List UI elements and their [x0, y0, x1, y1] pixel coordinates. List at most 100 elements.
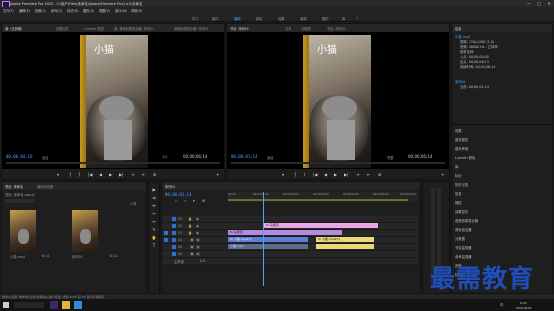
step-back-button[interactable]: ◀ — [324, 172, 327, 177]
play-button[interactable]: ▶ — [109, 172, 112, 177]
source-fit-select[interactable]: 适合 — [42, 155, 49, 160]
track-target-v1[interactable] — [172, 231, 176, 235]
razor-tool-icon[interactable]: ✂ — [151, 211, 157, 217]
lock-icon[interactable]: 🔒 — [188, 224, 192, 228]
workspace-color[interactable]: 颜色 — [256, 16, 263, 21]
eye-icon[interactable]: ◉ — [196, 224, 199, 228]
workspace-graphics[interactable]: 图形 — [322, 16, 329, 21]
tab-lumetri-scopes[interactable]: Lumetri 范围 — [84, 26, 104, 31]
panel-history[interactable]: 历史记录 — [455, 182, 468, 187]
workspace-learn[interactable]: 学习 — [192, 16, 199, 21]
mark-out-button[interactable]: } — [78, 172, 81, 177]
program-fit-select[interactable]: 适合 — [267, 155, 274, 160]
overwrite-button[interactable]: ⇤ — [142, 172, 145, 177]
ripple-edit-tool-icon[interactable]: ⇹ — [151, 203, 157, 209]
track-target-a2[interactable] — [172, 245, 176, 249]
export-frame-button[interactable]: ⊞ — [378, 172, 381, 177]
export-frame-button[interactable]: ⊞ — [153, 172, 156, 177]
program-scrubber[interactable] — [231, 162, 445, 164]
tab-audio-clip-mixer[interactable]: 源: 音频剪辑混合器: 序列01 — [114, 26, 154, 31]
source-timecode-current[interactable]: 00;00;04;16 — [6, 154, 33, 159]
pen-tool-icon[interactable]: ✎ — [151, 227, 157, 233]
lock-icon[interactable]: 🔒 — [188, 231, 192, 235]
master-volume[interactable]: 0.0 — [200, 259, 205, 263]
panel-audio-track-mixer[interactable]: 音轨混合器 — [455, 227, 471, 232]
tab-source[interactable]: 源: (无剪辑) — [5, 26, 22, 31]
playhead[interactable] — [263, 192, 264, 286]
eye-icon[interactable]: ◉ — [196, 217, 199, 221]
workspace-effects[interactable]: 效果 — [278, 16, 285, 21]
panel-capture[interactable]: 捕捉 — [455, 200, 462, 205]
timeline-clip[interactable]: fx 马赛克 — [264, 223, 378, 228]
workspace-editing[interactable]: 编辑 — [234, 16, 241, 21]
snap-icon[interactable]: ∩ — [175, 199, 178, 203]
tab-text[interactable]: 文本 — [285, 26, 291, 31]
premiere-taskbar-icon[interactable] — [50, 301, 58, 309]
track-target-a1[interactable] — [172, 238, 176, 242]
timeline-clip[interactable]: fx 马赛克 — [228, 230, 342, 235]
eye-icon[interactable]: ◉ — [196, 231, 199, 235]
tab-project[interactable]: 项目: 未命名 — [5, 184, 23, 189]
project-sequence-thumb[interactable] — [72, 210, 98, 252]
solo-button[interactable]: S — [196, 245, 200, 249]
timeline-clip[interactable] — [316, 244, 374, 249]
tab-metadata[interactable]: 元数据 — [301, 26, 311, 31]
minimize-button[interactable]: — — [524, 0, 534, 7]
step-back-button[interactable]: ◀ — [99, 172, 102, 177]
extract-button[interactable]: ⇤ — [367, 172, 370, 177]
lock-icon[interactable]: 🔒 — [188, 217, 192, 221]
add-marker-icon[interactable]: ▾ — [193, 199, 195, 203]
project-search-input[interactable] — [5, 199, 35, 203]
tab-audio-mixer[interactable]: 音频剪辑混合器: 序列01 — [174, 26, 209, 31]
tab-info[interactable]: 信息 — [455, 26, 461, 31]
step-forward-button[interactable]: ▶| — [344, 172, 348, 177]
panel-effects[interactable]: 效果 — [455, 128, 462, 133]
step-forward-button[interactable]: ▶| — [119, 172, 123, 177]
panel-markers[interactable]: 标记 — [455, 173, 462, 178]
hand-tool-icon[interactable]: ✋ — [151, 235, 157, 241]
mute-button[interactable]: M — [190, 245, 194, 249]
workspace-audio[interactable]: 音频 — [300, 16, 307, 21]
workspace-libraries[interactable]: 库 — [342, 16, 345, 21]
track-target-a3[interactable] — [172, 252, 176, 256]
timeline-clip[interactable]: 小猫.mp4 — [228, 244, 308, 249]
source-resolution-select[interactable]: 1/2 — [162, 155, 167, 159]
windows-start-icon[interactable] — [3, 302, 9, 308]
selection-tool-icon[interactable]: ▶ — [151, 187, 157, 193]
panel-essential-sound[interactable]: 基本声音 — [455, 146, 468, 151]
tab-sequence[interactable]: 序列01 — [165, 184, 175, 189]
panel-effect-controls[interactable]: 效果控件 — [455, 209, 468, 214]
solo-button[interactable]: S — [196, 252, 200, 256]
button-editor[interactable]: + — [441, 172, 444, 177]
timeline-clip[interactable]: fx 小猫.mp4[V] — [228, 237, 308, 242]
track-select-tool-icon[interactable]: ⇉ — [151, 195, 157, 201]
solo-button[interactable]: S — [196, 238, 200, 242]
slip-tool-icon[interactable]: ↔ — [151, 219, 157, 225]
tab-effect-controls[interactable]: 效果控件 — [56, 26, 69, 31]
input-language[interactable]: 中 — [500, 303, 504, 308]
browser-taskbar-icon[interactable] — [74, 301, 82, 309]
panel-lumetri-color[interactable]: Lumetri 颜色 — [455, 155, 475, 160]
workspace-assembly[interactable]: 组件 — [212, 16, 219, 21]
timeline-timecode[interactable]: 00;00;01;14 — [165, 192, 192, 197]
button-editor[interactable]: + — [216, 172, 219, 177]
mute-button[interactable]: M — [190, 252, 194, 256]
tab-program-2[interactable]: 节目: 序列01 — [327, 26, 346, 31]
panel-metadata[interactable]: 元数据 — [455, 236, 465, 241]
go-to-in-button[interactable]: |◀ — [313, 172, 317, 177]
lift-button[interactable]: ⇥ — [356, 172, 359, 177]
track-target-v2[interactable] — [172, 224, 176, 228]
panel-audio-clip-mixer[interactable]: 音频剪辑混合器 — [455, 218, 478, 223]
close-button[interactable]: ✕ — [544, 0, 554, 7]
panel-reference-monitor[interactable]: 参考监视器 — [455, 254, 471, 259]
panel-program-monitor[interactable]: 节目监视器 — [455, 245, 471, 250]
mute-button[interactable]: M — [190, 238, 194, 242]
project-item-thumb[interactable] — [10, 210, 36, 252]
panel-libraries[interactable]: 库 — [455, 164, 458, 169]
play-button[interactable]: ▶ — [334, 172, 337, 177]
source-patch-a1[interactable] — [164, 238, 168, 242]
track-target-v3[interactable] — [172, 217, 176, 221]
timeline-ruler[interactable]: 00;00 00;00;01;00 00;00;02;00 00;00;03;0… — [228, 192, 418, 202]
folder-taskbar-icon[interactable] — [62, 301, 70, 309]
program-timecode-current[interactable]: 00;00;01;14 — [231, 154, 258, 159]
